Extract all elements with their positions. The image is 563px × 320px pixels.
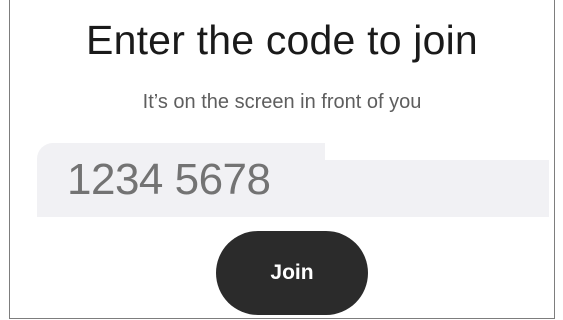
join-button[interactable]: Join [216, 231, 368, 315]
page-subtitle: It’s on the screen in front of you [142, 91, 422, 113]
code-input[interactable] [37, 143, 549, 217]
join-panel: Enter the code to join It’s on the scree… [9, 0, 555, 319]
page-title: Enter the code to join [86, 17, 478, 63]
